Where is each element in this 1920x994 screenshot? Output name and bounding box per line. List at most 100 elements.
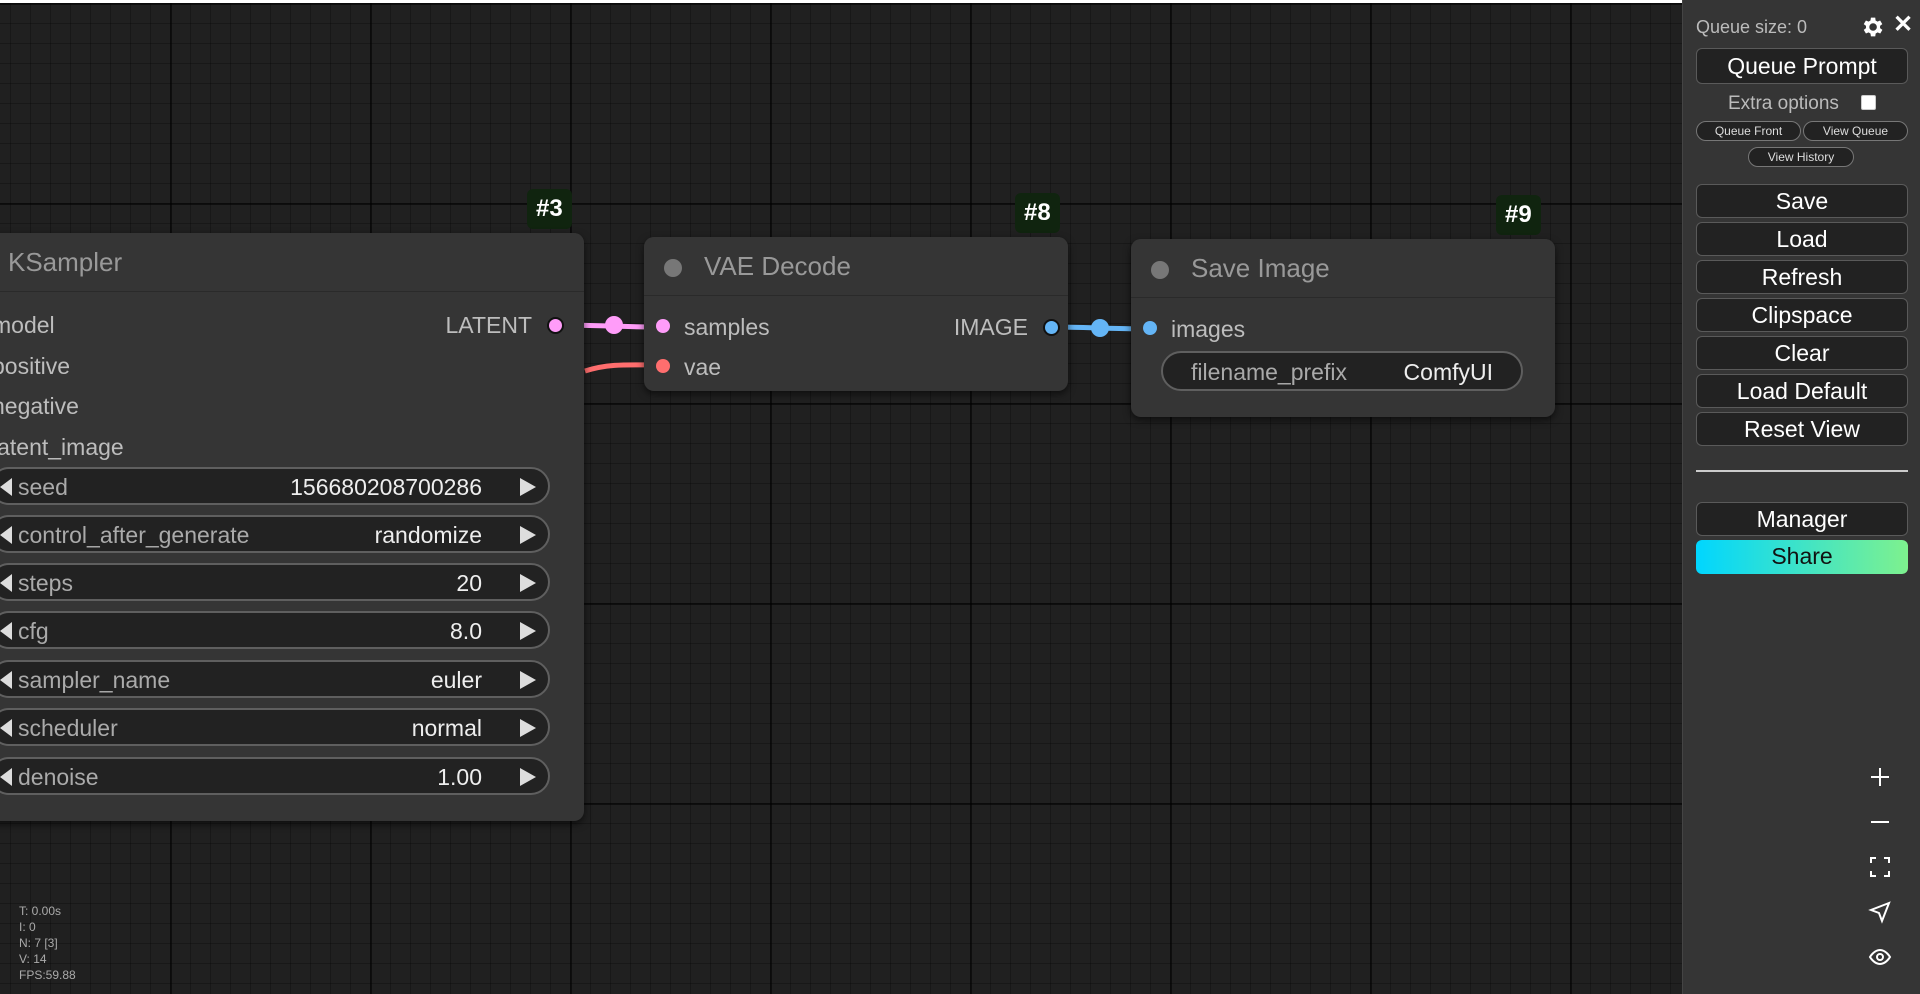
decrement-icon[interactable] bbox=[0, 671, 12, 689]
widget-value: ComfyUI bbox=[1403, 359, 1493, 385]
extra-options-checkbox[interactable] bbox=[1861, 95, 1876, 110]
menu-divider bbox=[1696, 470, 1908, 472]
navigate-icon[interactable] bbox=[1857, 891, 1903, 933]
link-image-midpoint bbox=[1091, 319, 1109, 337]
zoom-out-icon[interactable] bbox=[1857, 801, 1903, 843]
side-menu: Queue size: 0 ✕ Queue Prompt Extra optio… bbox=[1682, 0, 1920, 994]
queue-prompt-button[interactable]: Queue Prompt bbox=[1696, 48, 1908, 84]
gear-icon[interactable] bbox=[1859, 14, 1885, 40]
widget-label: denoise bbox=[18, 764, 99, 790]
node-save-image[interactable]: Save Image images filename_prefix ComfyU… bbox=[1131, 239, 1555, 417]
input-model: model bbox=[0, 312, 55, 338]
decrement-icon[interactable] bbox=[0, 768, 12, 786]
widget-label: sampler_name bbox=[18, 667, 171, 693]
node-title: KSampler bbox=[8, 247, 123, 277]
widget-steps[interactable]: steps 20 bbox=[0, 563, 550, 601]
widget-filename-prefix[interactable]: filename_prefix ComfyUI bbox=[1161, 351, 1523, 391]
output-latent: LATENT bbox=[445, 312, 532, 338]
widget-label: seed bbox=[18, 474, 68, 500]
widget-value: 156680208700286 bbox=[290, 474, 482, 500]
output-latent-socket[interactable] bbox=[547, 317, 564, 334]
node-title-bar[interactable]: Save Image bbox=[1131, 239, 1555, 298]
graph-canvas[interactable]: #3 KSampler model positive negative late… bbox=[0, 0, 1682, 994]
decrement-icon[interactable] bbox=[0, 719, 12, 737]
share-button[interactable]: Share bbox=[1696, 540, 1908, 574]
increment-icon[interactable] bbox=[520, 526, 536, 544]
widget-denoise[interactable]: denoise 1.00 bbox=[0, 757, 550, 795]
collapse-dot-icon[interactable] bbox=[1151, 261, 1169, 279]
stat-time: T: 0.00s bbox=[19, 904, 62, 918]
canvas-stats: T: 0.00s I: 0 N: 7 [3] V: 14 FPS:59.88 bbox=[19, 903, 76, 983]
widget-scheduler[interactable]: scheduler normal bbox=[0, 708, 550, 746]
input-images: images bbox=[1171, 316, 1246, 342]
widget-value: randomize bbox=[374, 522, 482, 548]
save-button[interactable]: Save bbox=[1696, 184, 1908, 218]
output-image-socket[interactable] bbox=[1043, 319, 1060, 336]
stat-iterations: I: 0 bbox=[19, 920, 36, 934]
increment-icon[interactable] bbox=[520, 478, 536, 496]
widget-label: control_after_generate bbox=[18, 522, 250, 548]
load-button[interactable]: Load bbox=[1696, 222, 1908, 256]
widget-control-after-generate[interactable]: control_after_generate randomize bbox=[0, 515, 550, 553]
widget-value: 20 bbox=[456, 570, 482, 596]
node-title-bar[interactable]: VAE Decode bbox=[644, 237, 1068, 296]
widget-label: cfg bbox=[18, 618, 49, 644]
link-latent-midpoint bbox=[605, 316, 623, 334]
view-queue-button[interactable]: View Queue bbox=[1803, 121, 1908, 141]
load-default-button[interactable]: Load Default bbox=[1696, 374, 1908, 408]
queue-front-button[interactable]: Queue Front bbox=[1696, 121, 1801, 141]
output-image: IMAGE bbox=[953, 314, 1028, 340]
manager-button[interactable]: Manager bbox=[1696, 502, 1908, 536]
view-history-button[interactable]: View History bbox=[1748, 147, 1854, 167]
clear-button[interactable]: Clear bbox=[1696, 336, 1908, 370]
increment-icon[interactable] bbox=[520, 622, 536, 640]
widget-cfg[interactable]: cfg 8.0 bbox=[0, 611, 550, 649]
widget-sampler-name[interactable]: sampler_name euler bbox=[0, 660, 550, 698]
input-vae: vae bbox=[684, 354, 722, 380]
increment-icon[interactable] bbox=[520, 719, 536, 737]
stat-visible: V: 14 bbox=[19, 952, 47, 966]
decrement-icon[interactable] bbox=[0, 622, 12, 640]
input-latent-image: latent_image bbox=[0, 434, 124, 460]
widget-label: filename_prefix bbox=[1191, 359, 1347, 385]
close-icon[interactable]: ✕ bbox=[1893, 10, 1913, 39]
collapse-dot-icon[interactable] bbox=[664, 259, 682, 277]
input-samples-socket[interactable] bbox=[656, 319, 670, 333]
widget-value: 8.0 bbox=[450, 618, 482, 644]
widget-value: euler bbox=[430, 667, 482, 693]
node-id-ksampler: #3 bbox=[527, 189, 572, 229]
node-title: VAE Decode bbox=[704, 251, 851, 281]
fit-view-icon[interactable] bbox=[1857, 846, 1903, 888]
input-vae-socket[interactable] bbox=[656, 359, 670, 373]
stat-fps: FPS:59.88 bbox=[19, 968, 76, 982]
reset-view-button[interactable]: Reset View bbox=[1696, 412, 1908, 446]
node-title: Save Image bbox=[1191, 253, 1330, 283]
input-positive: positive bbox=[0, 353, 70, 379]
node-vae-decode[interactable]: VAE Decode samples vae IMAGE bbox=[644, 237, 1068, 391]
increment-icon[interactable] bbox=[520, 768, 536, 786]
decrement-icon[interactable] bbox=[0, 526, 12, 544]
extra-options-label: Extra options bbox=[1728, 93, 1839, 114]
input-images-socket[interactable] bbox=[1143, 321, 1157, 335]
queue-size-label: Queue size: 0 bbox=[1696, 17, 1808, 37]
widget-value: 1.00 bbox=[437, 764, 482, 790]
node-id-save-image: #9 bbox=[1496, 195, 1541, 235]
decrement-icon[interactable] bbox=[0, 574, 12, 592]
input-negative: negative bbox=[0, 393, 79, 419]
widget-seed[interactable]: seed 156680208700286 bbox=[0, 467, 550, 505]
input-samples: samples bbox=[684, 314, 770, 340]
decrement-icon[interactable] bbox=[0, 478, 12, 496]
refresh-button[interactable]: Refresh bbox=[1696, 260, 1908, 294]
increment-icon[interactable] bbox=[520, 574, 536, 592]
widget-label: scheduler bbox=[18, 715, 118, 741]
node-id-vae-decode: #8 bbox=[1015, 193, 1060, 233]
node-title-bar[interactable]: KSampler bbox=[0, 233, 584, 292]
zoom-in-icon[interactable] bbox=[1857, 756, 1903, 798]
node-ksampler[interactable]: KSampler model positive negative latent_… bbox=[0, 233, 584, 821]
visibility-icon[interactable] bbox=[1857, 936, 1903, 978]
stat-nodes: N: 7 [3] bbox=[19, 936, 58, 950]
widget-label: steps bbox=[18, 570, 73, 596]
clipspace-button[interactable]: Clipspace bbox=[1696, 298, 1908, 332]
increment-icon[interactable] bbox=[520, 671, 536, 689]
widget-value: normal bbox=[411, 715, 482, 741]
